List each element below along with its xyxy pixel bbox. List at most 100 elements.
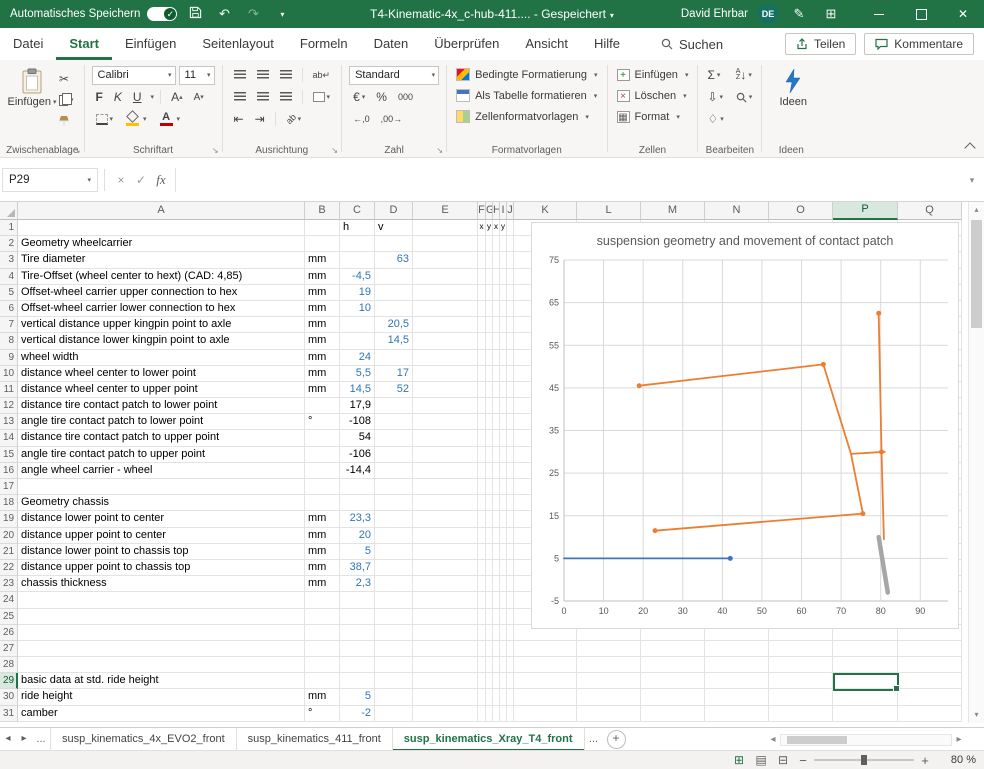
cell-Q29[interactable]	[898, 673, 962, 689]
cell-A15[interactable]: angle tire contact patch to upper point	[18, 447, 305, 463]
accounting-format-button[interactable]: €▾	[349, 89, 369, 105]
cell-C10[interactable]: 5,5	[340, 366, 375, 382]
cell-E19[interactable]	[413, 511, 478, 527]
cell-B25[interactable]	[305, 609, 340, 625]
close-button[interactable]: ✕	[942, 0, 984, 28]
cell-D24[interactable]	[375, 592, 413, 608]
cell-D17[interactable]	[375, 479, 413, 495]
cell-A20[interactable]: distance upper point to center	[18, 528, 305, 544]
col-header-N[interactable]: N	[705, 202, 769, 220]
sheet-overflow-left-button[interactable]: ...	[32, 728, 50, 751]
cell-A18[interactable]: Geometry chassis	[18, 495, 305, 511]
zoom-in-button[interactable]: +	[916, 753, 934, 768]
row-header-23[interactable]: 23	[0, 576, 18, 592]
cell-E14[interactable]	[413, 430, 478, 446]
row-header-31[interactable]: 31	[0, 706, 18, 722]
view-page-break-button[interactable]: ⊟	[772, 753, 794, 767]
cell-I7[interactable]	[500, 317, 507, 333]
cell-D14[interactable]	[375, 430, 413, 446]
cell-E10[interactable]	[413, 366, 478, 382]
cell-H6[interactable]	[493, 301, 500, 317]
col-header-P[interactable]: P	[833, 202, 898, 220]
row-header-26[interactable]: 26	[0, 625, 18, 641]
row-header-27[interactable]: 27	[0, 641, 18, 657]
row-header-22[interactable]: 22	[0, 560, 18, 576]
cell-B2[interactable]	[305, 236, 340, 252]
cell-D31[interactable]	[375, 706, 413, 722]
insert-function-icon[interactable]: fx	[151, 172, 171, 188]
cell-G3[interactable]	[486, 252, 493, 268]
cell-B21[interactable]: mm	[305, 544, 340, 560]
col-header-O[interactable]: O	[769, 202, 833, 220]
maximize-button[interactable]	[900, 0, 942, 28]
cell-F7[interactable]	[478, 317, 486, 333]
cell-G21[interactable]	[486, 544, 493, 560]
cell-F31[interactable]	[478, 706, 486, 722]
cell-G11[interactable]	[486, 382, 493, 398]
cell-C22[interactable]: 38,7	[340, 560, 375, 576]
cell-L31[interactable]	[577, 706, 641, 722]
cell-F21[interactable]	[478, 544, 486, 560]
vscroll-thumb[interactable]	[971, 220, 982, 328]
cell-G27[interactable]	[486, 641, 493, 657]
font-dialog-launcher-icon[interactable]: ↘	[212, 146, 219, 155]
row-header-12[interactable]: 12	[0, 398, 18, 414]
sort-filter-button[interactable]: AZ↓▾	[734, 68, 755, 82]
cell-E2[interactable]	[413, 236, 478, 252]
cell-G18[interactable]	[486, 495, 493, 511]
cell-E18[interactable]	[413, 495, 478, 511]
name-box[interactable]: P29▾	[2, 168, 98, 192]
cell-B6[interactable]: mm	[305, 301, 340, 317]
row-header-14[interactable]: 14	[0, 430, 18, 446]
autosum-button[interactable]: Σ▾	[705, 68, 725, 82]
row-header-17[interactable]: 17	[0, 479, 18, 495]
cell-E6[interactable]	[413, 301, 478, 317]
cell-P31[interactable]	[833, 706, 898, 722]
view-page-layout-button[interactable]: ▤	[750, 753, 772, 767]
cell-J2[interactable]	[507, 236, 514, 252]
add-sheet-button[interactable]: +	[607, 730, 626, 749]
ribbon-display-options-icon[interactable]: ⊞	[820, 6, 842, 22]
cell-F28[interactable]	[478, 657, 486, 673]
cell-H31[interactable]	[493, 706, 500, 722]
cell-D27[interactable]	[375, 641, 413, 657]
cell-C19[interactable]: 23,3	[340, 511, 375, 527]
cell-G7[interactable]	[486, 317, 493, 333]
cell-I8[interactable]	[500, 333, 507, 349]
cell-J26[interactable]	[507, 625, 514, 641]
cell-O29[interactable]	[769, 673, 833, 689]
col-header-L[interactable]: L	[577, 202, 641, 220]
cell-E27[interactable]	[413, 641, 478, 657]
cell-A10[interactable]: distance wheel center to lower point	[18, 366, 305, 382]
cell-D20[interactable]	[375, 528, 413, 544]
cell-I31[interactable]	[500, 706, 507, 722]
decrease-font-size-button[interactable]: A▾	[190, 91, 208, 104]
cell-B29[interactable]	[305, 673, 340, 689]
cell-J31[interactable]	[507, 706, 514, 722]
cell-D12[interactable]	[375, 398, 413, 414]
fill-button[interactable]: ⇩▾	[705, 90, 725, 104]
number-format-select[interactable]: Standard▾	[349, 66, 439, 85]
cell-H28[interactable]	[493, 657, 500, 673]
cell-B24[interactable]	[305, 592, 340, 608]
row-header-20[interactable]: 20	[0, 528, 18, 544]
cell-C31[interactable]: -2	[340, 706, 375, 722]
cell-A17[interactable]	[18, 479, 305, 495]
cell-D28[interactable]	[375, 657, 413, 673]
cell-F20[interactable]	[478, 528, 486, 544]
cell-D19[interactable]	[375, 511, 413, 527]
col-header-A[interactable]: A	[18, 202, 305, 220]
cell-I4[interactable]	[500, 269, 507, 285]
cell-B17[interactable]	[305, 479, 340, 495]
cell-J18[interactable]	[507, 495, 514, 511]
fill-color-button[interactable]: ▾	[120, 111, 151, 127]
cell-A19[interactable]: distance lower point to center	[18, 511, 305, 527]
cell-E23[interactable]	[413, 576, 478, 592]
borders-button[interactable]: ▾	[92, 113, 118, 126]
cell-F15[interactable]	[478, 447, 486, 463]
cell-A7[interactable]: vertical distance upper kingpin point to…	[18, 317, 305, 333]
cell-I27[interactable]	[500, 641, 507, 657]
align-right-button[interactable]	[276, 91, 296, 103]
cell-F24[interactable]	[478, 592, 486, 608]
cell-D6[interactable]	[375, 301, 413, 317]
